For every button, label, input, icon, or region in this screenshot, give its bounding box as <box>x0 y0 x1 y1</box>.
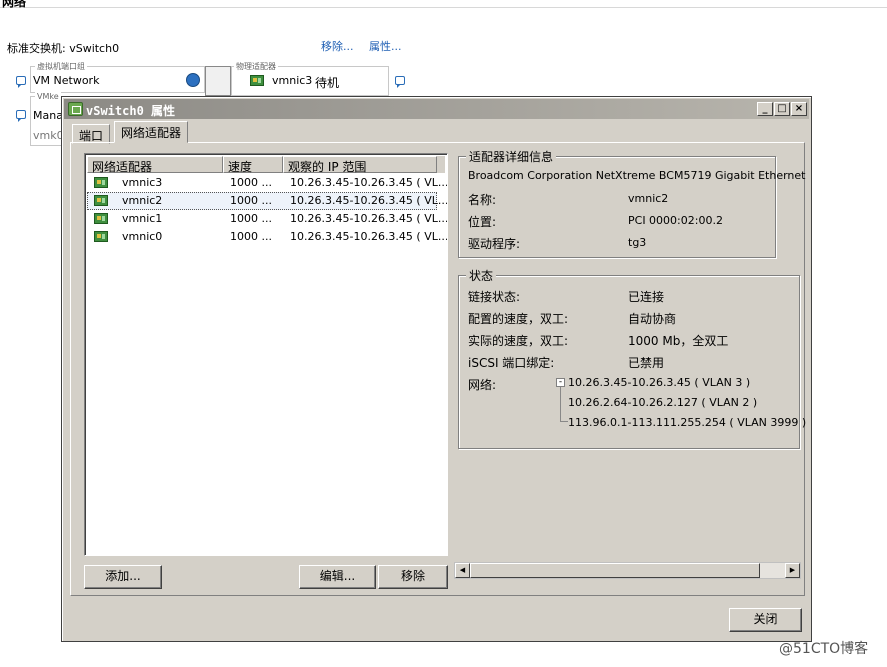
location-label: 位置: <box>468 215 497 229</box>
phys-nic-state: 待机 <box>315 76 340 90</box>
nic-icon <box>94 231 108 242</box>
scroll-right-icon[interactable]: ▶ <box>785 563 800 578</box>
adapter-ip-range: 10.26.3.45-10.26.3.45 ( VL... <box>290 230 448 243</box>
comment-icon[interactable] <box>395 76 405 88</box>
switch-icon <box>205 66 231 96</box>
scroll-left-icon[interactable]: ◀ <box>455 563 470 578</box>
network-label: 网络: <box>468 378 497 392</box>
table-row-selected[interactable]: vmnic2 1000 ... 10.26.3.45-10.26.3.45 ( … <box>87 192 447 210</box>
tree-line <box>560 387 561 421</box>
driver-value: tg3 <box>628 236 647 249</box>
vmkernel-legend: VMke <box>35 92 61 101</box>
configured-speed-value: 自动协商 <box>628 312 677 326</box>
network-range: 10.26.3.45-10.26.3.45 ( VLAN 3 ) <box>568 376 751 389</box>
adapter-speed: 1000 ... <box>230 194 272 207</box>
vm-port-group-box: 虚拟机端口组 VM Network <box>30 61 205 93</box>
iscsi-binding-label: iSCSI 端口绑定: <box>468 356 555 370</box>
table-row[interactable]: vmnic0 1000 ... 10.26.3.45-10.26.3.45 ( … <box>87 228 447 246</box>
column-header-speed[interactable]: 速度 <box>223 156 283 174</box>
adapter-name: vmnic0 <box>122 230 163 243</box>
column-header-ip-range[interactable]: 观察的 IP 范围 <box>283 156 437 174</box>
comment-icon[interactable] <box>16 76 26 88</box>
column-header-adapter[interactable]: 网络适配器 <box>87 156 223 174</box>
vmkernel-id: vmk0 <box>33 129 64 142</box>
adapter-ip-range: 10.26.3.45-10.26.3.45 ( VL... <box>290 176 448 189</box>
dialog-title: vSwitch0 属性 <box>86 104 176 118</box>
remove-button[interactable]: 移除 <box>378 565 448 589</box>
close-window-button[interactable]: × <box>791 102 807 116</box>
table-row[interactable]: vmnic1 1000 ... 10.26.3.45-10.26.3.45 ( … <box>87 210 447 228</box>
adapter-description: Broadcom Corporation NetXtreme BCM5719 G… <box>468 169 806 182</box>
link-status-value: 已连接 <box>628 290 665 304</box>
nic-icon <box>94 195 108 206</box>
adapter-name: vmnic2 <box>122 194 163 207</box>
edit-button[interactable]: 编辑... <box>299 565 376 589</box>
horizontal-scrollbar[interactable]: ◀ ▶ <box>454 562 801 579</box>
network-globe-icon <box>186 73 200 87</box>
vswitch-icon <box>68 102 83 116</box>
title-bar[interactable]: vSwitch0 属性 _ □ × <box>64 99 809 119</box>
actual-speed-value: 1000 Mb，全双工 <box>628 334 729 348</box>
tree-line <box>560 421 568 422</box>
phys-nic-name: vmnic3 <box>272 74 313 87</box>
add-button[interactable]: 添加... <box>84 565 162 589</box>
adapter-list[interactable]: 网络适配器 速度 观察的 IP 范围 vmnic3 1000 ... 10.26… <box>84 153 448 556</box>
nic-icon <box>94 177 108 188</box>
status-legend: 状态 <box>466 267 497 284</box>
network-range: 10.26.2.64-10.26.2.127 ( VLAN 2 ) <box>568 396 758 409</box>
list-header: 网络适配器 速度 观察的 IP 范围 <box>87 156 445 174</box>
properties-link[interactable]: 属性... <box>369 38 402 54</box>
vmkernel-label: Mana <box>33 109 63 122</box>
name-value: vmnic2 <box>628 192 669 205</box>
status-group: 状态 链接状态: 已连接 配置的速度，双工: 自动协商 实际的速度，双工: 10… <box>458 267 806 449</box>
adapter-name: vmnic3 <box>122 176 163 189</box>
adapter-name: vmnic1 <box>122 212 163 225</box>
tab-network-adapters[interactable]: 网络适配器 <box>114 121 189 143</box>
vm-port-group-legend: 虚拟机端口组 <box>35 61 87 72</box>
location-value: PCI 0000:02:00.2 <box>628 214 723 227</box>
switch-label: 标准交换机: vSwitch0 <box>7 42 120 55</box>
tab-ports[interactable]: 端口 <box>72 124 111 144</box>
collapse-icon[interactable]: - <box>556 378 565 387</box>
driver-label: 驱动程序: <box>468 237 521 251</box>
iscsi-binding-value: 已禁用 <box>628 356 665 370</box>
page-header: 网络 <box>0 0 887 9</box>
physical-adapter-legend: 物理适配器 <box>234 61 278 72</box>
adapter-speed: 1000 ... <box>230 176 272 189</box>
vm-network-label[interactable]: VM Network <box>33 74 99 87</box>
watermark: @51CTO博客 <box>779 641 869 657</box>
page-title: 网络 <box>2 0 27 9</box>
maximize-button[interactable]: □ <box>774 102 790 116</box>
network-range: 113.96.0.1-113.111.255.254 ( VLAN 3999 ) <box>568 416 807 429</box>
nic-icon <box>250 75 264 86</box>
configured-speed-label: 配置的速度，双工: <box>468 312 569 326</box>
table-row[interactable]: vmnic3 1000 ... 10.26.3.45-10.26.3.45 ( … <box>87 174 447 192</box>
adapter-speed: 1000 ... <box>230 230 272 243</box>
remove-link[interactable]: 移除... <box>321 38 354 54</box>
comment-icon[interactable] <box>16 110 26 122</box>
adapter-details-group: 适配器详细信息 Broadcom Corporation NetXtreme B… <box>458 148 805 258</box>
minimize-button[interactable]: _ <box>757 102 773 116</box>
adapter-details-legend: 适配器详细信息 <box>466 148 557 165</box>
link-status-label: 链接状态: <box>468 290 521 304</box>
vswitch-properties-dialog: vSwitch0 属性 _ □ × 端口 网络适配器 网络适配器 速度 观察的 … <box>61 96 812 642</box>
nic-icon <box>94 213 108 224</box>
scrollbar-thumb[interactable] <box>470 563 760 578</box>
name-label: 名称: <box>468 193 497 207</box>
physical-adapter-box: 物理适配器 vmnic3 待机 <box>231 61 389 96</box>
adapter-ip-range: 10.26.3.45-10.26.3.45 ( VL... <box>290 194 448 207</box>
actual-speed-label: 实际的速度，双工: <box>468 334 569 348</box>
adapter-ip-range: 10.26.3.45-10.26.3.45 ( VL... <box>290 212 448 225</box>
close-button[interactable]: 关闭 <box>729 608 802 632</box>
adapter-speed: 1000 ... <box>230 212 272 225</box>
